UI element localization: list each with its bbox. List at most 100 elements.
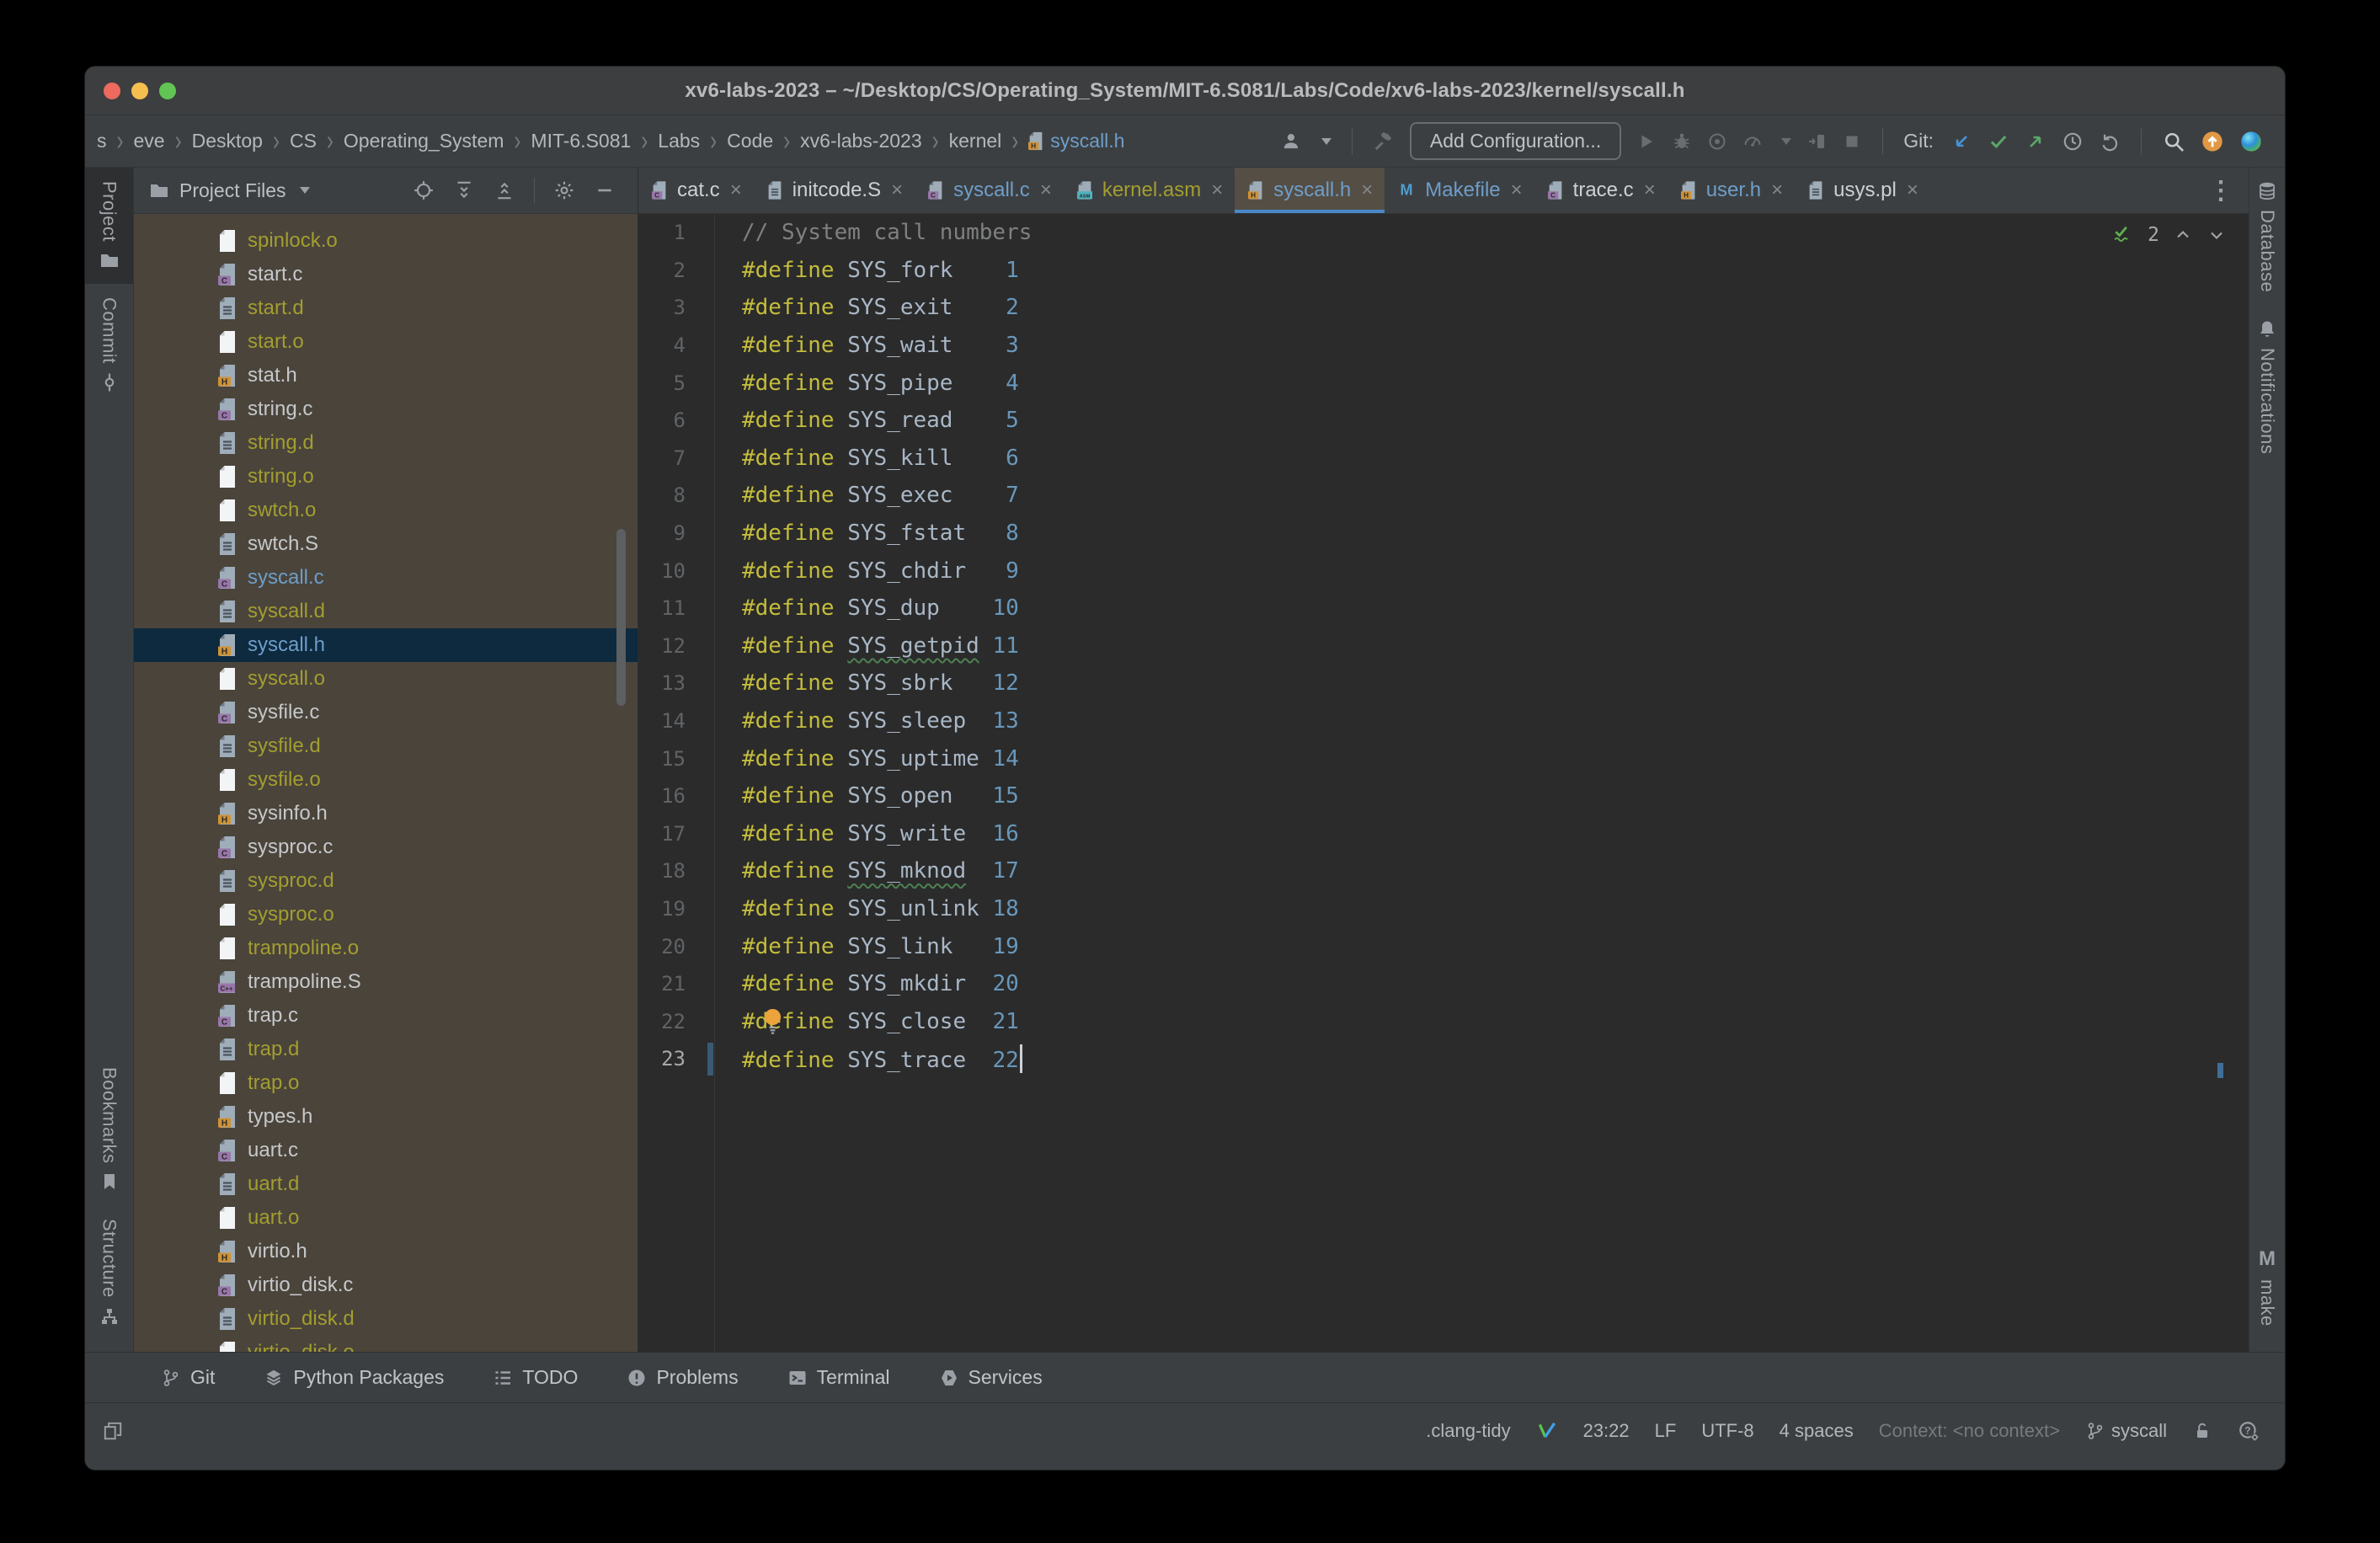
search-everywhere-icon[interactable] (2162, 130, 2185, 153)
minimize-window-button[interactable] (131, 82, 148, 99)
editor-tab-usys.pl[interactable]: usys.pl × (1795, 168, 1930, 213)
line-number[interactable]: 7 (638, 446, 714, 470)
editor-tab-initcode.S[interactable]: initcode.S × (754, 168, 915, 213)
reader-mode-help-icon[interactable]: ? (2238, 1420, 2260, 1442)
tab-close-icon[interactable]: × (730, 180, 742, 200)
prev-problem-chevron-icon[interactable] (2173, 225, 2193, 245)
line-number[interactable]: 20 (638, 935, 714, 958)
coverage-icon[interactable] (1707, 131, 1727, 152)
line-number[interactable]: 17 (638, 822, 714, 846)
stop-icon[interactable] (1842, 131, 1862, 152)
scrollbar-change-mark[interactable] (2217, 1063, 2223, 1078)
editor-tab-user.h[interactable]: Huser.h × (1668, 168, 1795, 213)
tool-window-button-todo[interactable]: TODO (493, 1366, 578, 1389)
zoom-window-button[interactable] (159, 82, 176, 99)
intention-bulb-icon[interactable] (761, 1006, 784, 1035)
tree-row-trap.c[interactable]: Ctrap.c (134, 999, 638, 1033)
git-commit-check-icon[interactable] (1988, 131, 2009, 152)
tool-window-button-problems[interactable]: Problems (627, 1366, 739, 1389)
tree-row-uart.o[interactable]: uart.o (134, 1201, 638, 1235)
tree-row-sysproc.c[interactable]: Csysproc.c (134, 830, 638, 864)
tree-scrollbar[interactable] (616, 529, 626, 706)
breadcrumb-item[interactable]: s (92, 128, 112, 154)
git-push-icon[interactable] (2025, 131, 2046, 152)
breadcrumb-current-file[interactable]: Hsyscall.h (1023, 128, 1129, 154)
settings-icon[interactable] (553, 179, 575, 201)
tree-row-syscall.c[interactable]: Csyscall.c (134, 561, 638, 595)
tree-row-start.o[interactable]: start.o (134, 325, 638, 359)
tree-row-start.d[interactable]: start.d (134, 291, 638, 325)
run-icon[interactable] (1636, 131, 1657, 152)
tree-row-virtio.h[interactable]: Hvirtio.h (134, 1235, 638, 1268)
tool-window-button-terminal[interactable]: Terminal (787, 1366, 890, 1389)
breadcrumb-item[interactable]: CS (285, 128, 322, 154)
line-number[interactable]: 15 (638, 747, 714, 771)
tree-row-string.c[interactable]: Cstring.c (134, 392, 638, 426)
tree-row-sysinfo.h[interactable]: Hsysinfo.h (134, 797, 638, 830)
line-number[interactable]: 6 (638, 408, 714, 432)
next-problem-chevron-icon[interactable] (2207, 225, 2227, 245)
tree-row-virtio_disk.o[interactable]: virtio_disk.o (134, 1336, 638, 1352)
line-number[interactable]: 2 (638, 259, 714, 282)
tree-row-sysfile.o[interactable]: sysfile.o (134, 763, 638, 797)
line-number[interactable]: 21 (638, 972, 714, 996)
attach-process-icon[interactable] (1806, 131, 1827, 152)
tab-close-icon[interactable]: × (1511, 180, 1523, 200)
git-history-icon[interactable] (2062, 131, 2084, 152)
tree-row-trampoline.S[interactable]: C++ trampoline.S (134, 965, 638, 999)
line-number[interactable]: 16 (638, 784, 714, 808)
locate-icon[interactable] (413, 179, 435, 201)
tree-row-trap.o[interactable]: trap.o (134, 1066, 638, 1100)
tree-row-start.c[interactable]: Cstart.c (134, 258, 638, 291)
tree-row-trampoline.o[interactable]: trampoline.o (134, 932, 638, 965)
profile-icon[interactable] (1281, 131, 1303, 152)
line-number[interactable]: 10 (638, 559, 714, 583)
tab-close-icon[interactable]: × (1361, 180, 1373, 200)
breadcrumb-item[interactable]: Desktop (187, 128, 268, 154)
line-number[interactable]: 22 (638, 1010, 714, 1033)
tab-close-icon[interactable]: × (1907, 180, 1918, 200)
tool-window-button-git[interactable]: Git (161, 1366, 215, 1389)
add-configuration-button[interactable]: Add Configuration... (1409, 122, 1622, 160)
tree-row-uart.c[interactable]: Cuart.c (134, 1134, 638, 1167)
tab-close-icon[interactable]: × (1771, 180, 1783, 200)
line-separator[interactable]: LF (1655, 1420, 1677, 1442)
tree-row-uart.d[interactable]: uart.d (134, 1167, 638, 1201)
stripe-button-structure[interactable]: Structure (85, 1205, 133, 1340)
tree-row-stat.h[interactable]: Hstat.h (134, 359, 638, 392)
close-window-button[interactable] (104, 82, 120, 99)
tree-row-swtch.o[interactable]: swtch.o (134, 494, 638, 527)
tab-close-icon[interactable]: × (1644, 180, 1656, 200)
breadcrumb-item[interactable]: kernel (944, 128, 1007, 154)
tree-row-swtch.S[interactable]: swtch.S (134, 527, 638, 561)
tool-window-switcher-icon[interactable] (102, 1420, 124, 1442)
tabs-more-icon[interactable]: ⋮ (2193, 168, 2249, 213)
collapse-all-icon[interactable] (494, 179, 515, 201)
editor-tab-Makefile[interactable]: M Makefile × (1385, 168, 1534, 213)
tree-row-virtio_disk.d[interactable]: virtio_disk.d (134, 1302, 638, 1336)
stripe-button-make[interactable]: Mmake (2249, 1234, 2285, 1340)
clang-tidy-status[interactable]: .clang-tidy (1426, 1420, 1510, 1442)
profiler-dropdown-icon[interactable] (1781, 137, 1792, 145)
tab-close-icon[interactable]: × (1040, 180, 1052, 200)
indent-setting[interactable]: 4 spaces (1780, 1420, 1854, 1442)
tree-row-sysfile.c[interactable]: Csysfile.c (134, 696, 638, 729)
line-number[interactable]: 14 (638, 709, 714, 733)
editor-tab-syscall.c[interactable]: Csyscall.c × (915, 168, 1064, 213)
stripe-button-notifications[interactable]: Notifications (2249, 306, 2285, 467)
line-number[interactable]: 9 (638, 521, 714, 545)
line-number[interactable]: 5 (638, 371, 714, 395)
tree-row-types.h[interactable]: Htypes.h (134, 1100, 638, 1134)
tree-row-sysproc.d[interactable]: sysproc.d (134, 864, 638, 898)
breadcrumb-item[interactable]: eve (129, 128, 170, 154)
line-number[interactable]: 3 (638, 296, 714, 319)
profile-dropdown-icon[interactable] (1321, 137, 1331, 145)
debug-icon[interactable] (1672, 131, 1692, 152)
tree-row-sysfile.d[interactable]: sysfile.d (134, 729, 638, 763)
tree-row-syscall.d[interactable]: syscall.d (134, 595, 638, 628)
breadcrumb-item[interactable]: Labs (653, 128, 705, 154)
line-number[interactable]: 4 (638, 334, 714, 357)
project-view-dropdown-icon[interactable] (299, 187, 310, 194)
breadcrumb-item[interactable]: Code (722, 128, 778, 154)
file-encoding[interactable]: UTF-8 (1701, 1420, 1753, 1442)
